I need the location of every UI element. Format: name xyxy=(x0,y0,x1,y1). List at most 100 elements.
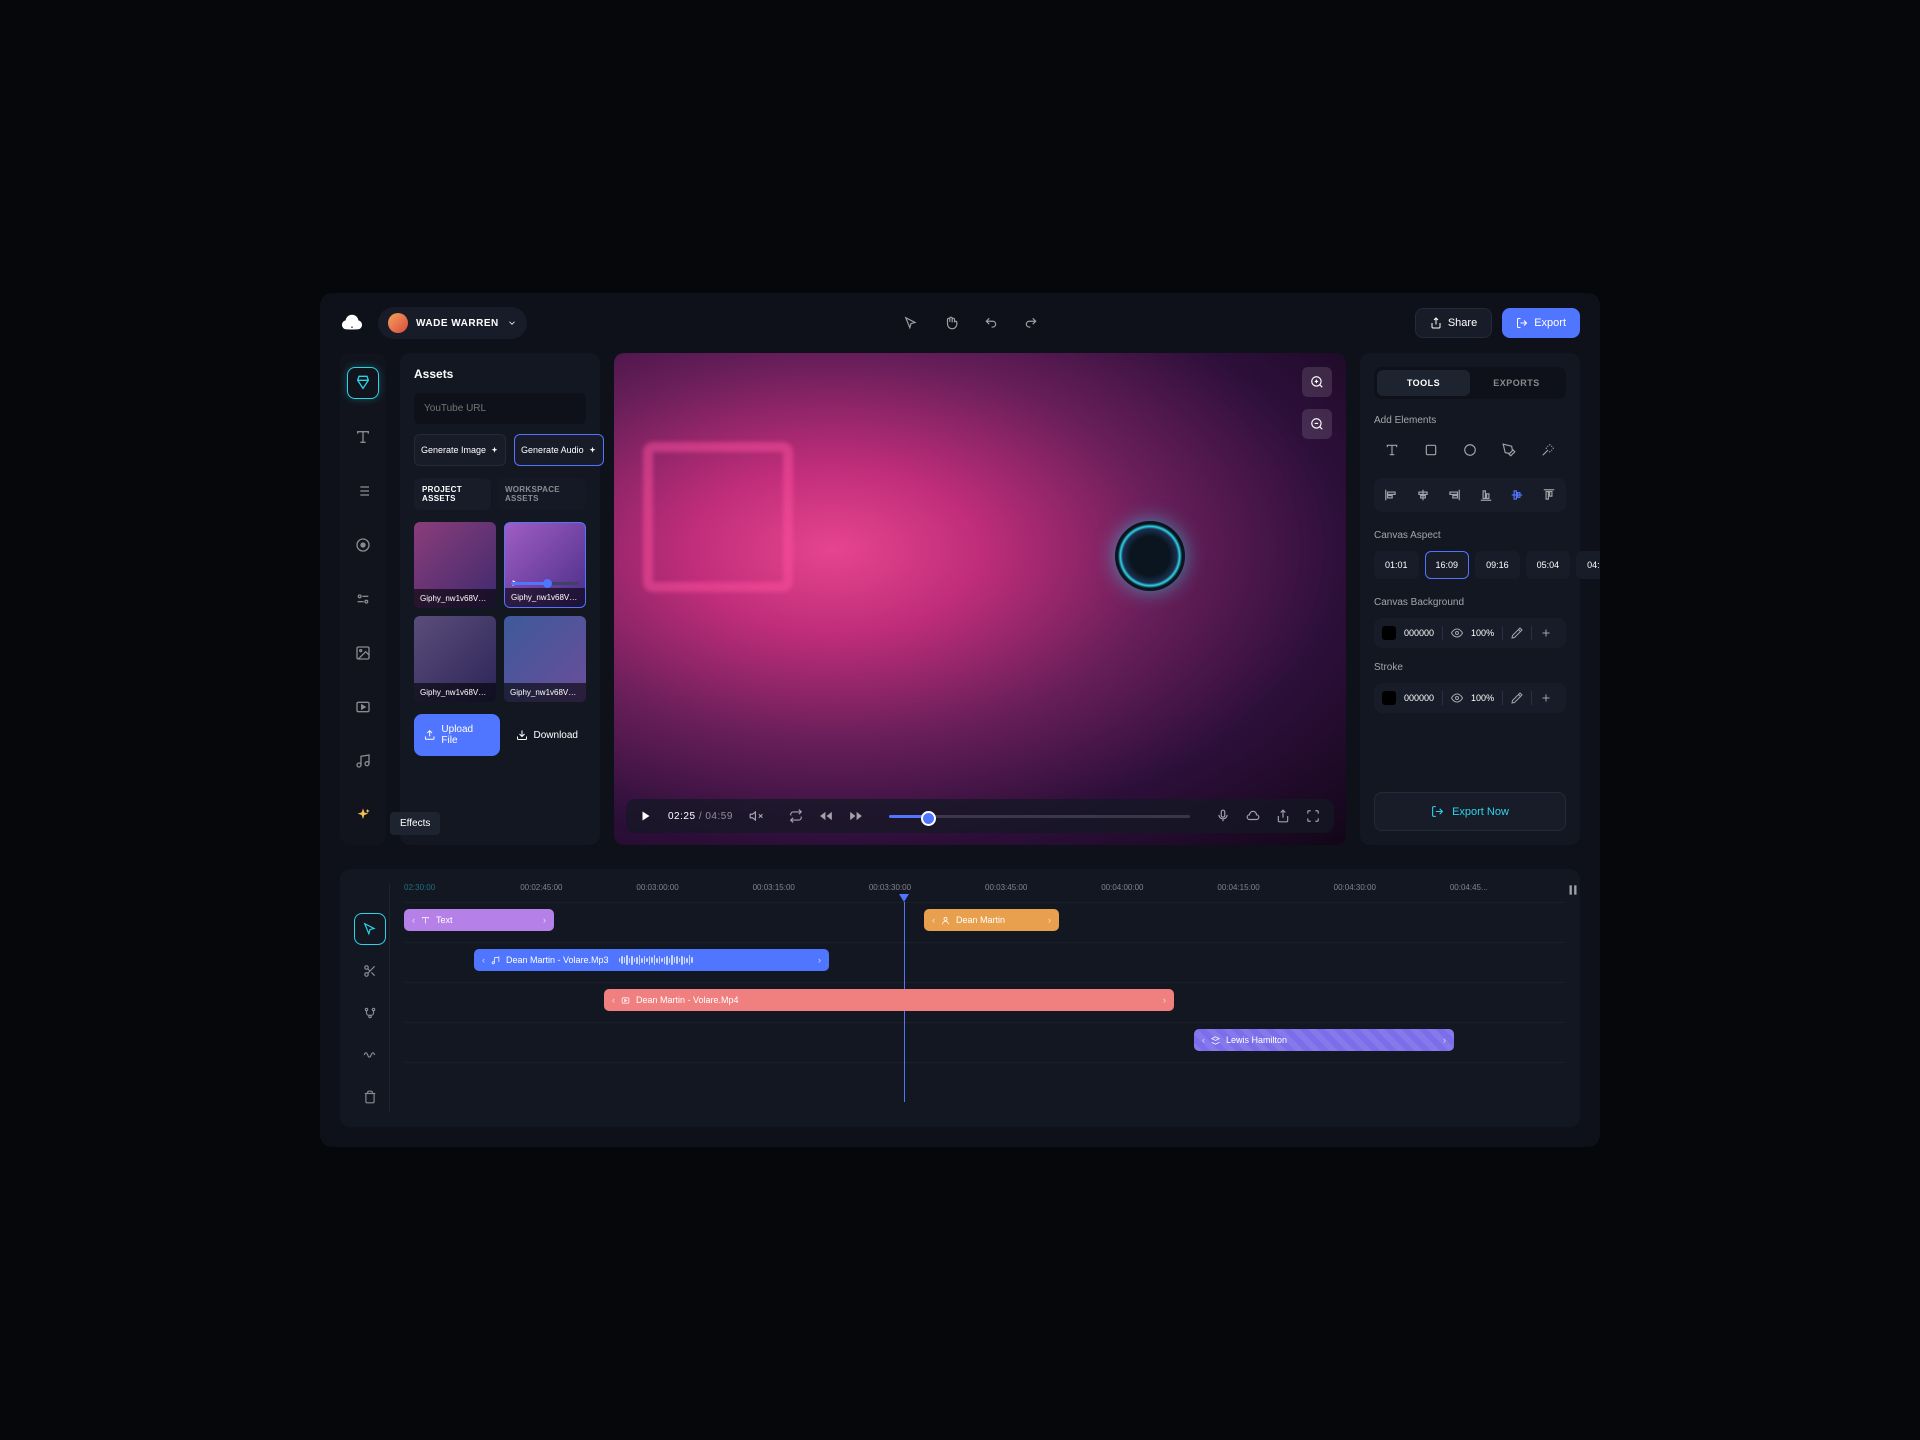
properties-panel: TOOLS EXPORTS Add Elements Canvas Aspect xyxy=(1360,353,1580,845)
aspect-4-5[interactable]: 04:05 xyxy=(1576,551,1600,579)
tab-project-assets[interactable]: PROJECT ASSETS xyxy=(414,478,491,510)
player-bar: 02:25 / 04:59 xyxy=(626,799,1334,833)
sidebar-item-text[interactable] xyxy=(347,421,379,453)
align-middle-icon[interactable] xyxy=(1510,488,1524,502)
bg-opacity: 100% xyxy=(1471,628,1494,638)
loop-button[interactable] xyxy=(789,809,803,823)
undo-icon[interactable] xyxy=(982,314,1000,332)
add-icon[interactable] xyxy=(1540,627,1552,639)
align-left-icon[interactable] xyxy=(1384,488,1398,502)
forward-button[interactable] xyxy=(849,809,863,823)
subject-overlay xyxy=(1055,481,1185,611)
tab-tools[interactable]: TOOLS xyxy=(1377,370,1470,396)
timeline-tools xyxy=(354,883,390,1113)
video-icon xyxy=(621,996,630,1005)
cloud-button[interactable] xyxy=(1246,809,1260,823)
timeline-pause-button[interactable] xyxy=(1566,883,1580,897)
export-now-button[interactable]: Export Now xyxy=(1374,792,1566,831)
export-button[interactable]: Export xyxy=(1502,308,1580,338)
download-button[interactable]: Download xyxy=(508,714,586,756)
zoom-out-button[interactable] xyxy=(1302,409,1332,439)
timeline-tracks: ‹Text› ‹Dean Martin› ‹Dean Martin - Vola… xyxy=(404,902,1566,1102)
share-out-button[interactable] xyxy=(1276,809,1290,823)
tab-exports[interactable]: EXPORTS xyxy=(1470,370,1563,396)
visibility-icon[interactable] xyxy=(1451,627,1463,639)
canvas-preview[interactable]: 02:25 / 04:59 xyxy=(614,353,1346,845)
cursor-tool-icon[interactable] xyxy=(902,314,920,332)
add-icon[interactable] xyxy=(1540,692,1552,704)
asset-item[interactable]: Giphy_nw1v68VBEI... xyxy=(504,522,586,608)
share-button[interactable]: Share xyxy=(1415,308,1492,338)
aspect-16-9[interactable]: 16:09 xyxy=(1425,551,1470,579)
user-menu[interactable]: WADE WARREN xyxy=(378,307,527,339)
sidebar-item-audio[interactable] xyxy=(347,745,379,777)
align-right-icon[interactable] xyxy=(1447,488,1461,502)
assets-title: Assets xyxy=(414,367,586,381)
zoom-out-icon xyxy=(1310,417,1324,431)
bg-color-row: 000000 100% xyxy=(1374,618,1566,648)
time-display: 02:25 / 04:59 xyxy=(668,811,733,822)
asset-scrubber[interactable] xyxy=(511,582,579,585)
aspect-1-1[interactable]: 01:01 xyxy=(1374,551,1419,579)
asset-item[interactable]: Giphy_nw1v68VBEI... xyxy=(414,616,496,702)
assets-panel: Assets Generate Image Generate Audio PRO… xyxy=(400,353,600,845)
zoom-in-button[interactable] xyxy=(1302,367,1332,397)
element-wand-icon[interactable] xyxy=(1534,436,1562,464)
sidebar-item-adjust[interactable] xyxy=(347,583,379,615)
clip-audio[interactable]: ‹Dean Martin - Volare.Mp3 › xyxy=(474,949,829,971)
asset-item[interactable]: Giphy_nw1v68VBEI... xyxy=(504,616,586,702)
eyedropper-icon[interactable] xyxy=(1511,692,1523,704)
clip-dean-martin[interactable]: ‹Dean Martin› xyxy=(924,909,1059,931)
progress-bar[interactable] xyxy=(889,815,1190,818)
align-top-icon[interactable] xyxy=(1542,488,1556,502)
timeline-delete-tool[interactable] xyxy=(354,1081,386,1113)
timeline-cursor-tool[interactable] xyxy=(354,913,386,945)
clip-lewis-hamilton[interactable]: ‹Lewis Hamilton› xyxy=(1194,1029,1454,1051)
sidebar-item-record[interactable] xyxy=(347,529,379,561)
hand-tool-icon[interactable] xyxy=(942,314,960,332)
sparkle-icon xyxy=(490,446,499,455)
bg-color-swatch[interactable] xyxy=(1382,626,1396,640)
element-text-icon[interactable] xyxy=(1378,436,1406,464)
upload-icon xyxy=(424,729,435,741)
timeline-branch-tool[interactable] xyxy=(354,997,386,1029)
timeline-main[interactable]: 02:30:00 00:02:45:00 00:03:00:00 00:03:1… xyxy=(404,883,1566,1113)
upload-file-button[interactable]: Upload File xyxy=(414,714,500,756)
aspect-9-16[interactable]: 09:16 xyxy=(1475,551,1520,579)
tab-workspace-assets[interactable]: WORKSPACE ASSETS xyxy=(497,478,586,510)
generate-image-button[interactable]: Generate Image xyxy=(414,434,506,466)
clip-video[interactable]: ‹Dean Martin - Volare.Mp4› xyxy=(604,989,1174,1011)
zoom-in-icon xyxy=(1310,375,1324,389)
stroke-color-row: 000000 100% xyxy=(1374,683,1566,713)
sidebar-item-effects[interactable] xyxy=(347,799,379,831)
align-center-h-icon[interactable] xyxy=(1416,488,1430,502)
visibility-icon[interactable] xyxy=(1451,692,1463,704)
element-pen-icon[interactable] xyxy=(1495,436,1523,464)
sidebar-item-image[interactable] xyxy=(347,637,379,669)
stroke-color-swatch[interactable] xyxy=(1382,691,1396,705)
element-rect-icon[interactable] xyxy=(1417,436,1445,464)
timeline-cut-tool[interactable] xyxy=(354,955,386,987)
main-area: Effects Assets Generate Image Generate A… xyxy=(320,353,1600,855)
sidebar-item-video[interactable] xyxy=(347,691,379,723)
mic-button[interactable] xyxy=(1216,809,1230,823)
timeline-wave-tool[interactable] xyxy=(354,1039,386,1071)
sidebar-item-assets[interactable] xyxy=(347,367,379,399)
align-bottom-icon[interactable] xyxy=(1479,488,1493,502)
mute-button[interactable] xyxy=(749,809,763,823)
export-icon xyxy=(1431,805,1444,818)
asset-grid: Giphy_nw1v68VBEI... Giphy_nw1v68VBEI... … xyxy=(414,522,586,702)
user-name: WADE WARREN xyxy=(416,318,499,329)
clip-text[interactable]: ‹Text› xyxy=(404,909,554,931)
rewind-button[interactable] xyxy=(819,809,833,823)
generate-audio-button[interactable]: Generate Audio xyxy=(514,434,604,466)
asset-item[interactable]: Giphy_nw1v68VBEI... xyxy=(414,522,496,608)
redo-icon[interactable] xyxy=(1022,314,1040,332)
aspect-5-4[interactable]: 05:04 xyxy=(1526,551,1571,579)
sidebar-item-list[interactable] xyxy=(347,475,379,507)
eyedropper-icon[interactable] xyxy=(1511,627,1523,639)
fullscreen-button[interactable] xyxy=(1306,809,1320,823)
youtube-url-input[interactable] xyxy=(414,393,586,424)
play-button[interactable] xyxy=(640,810,652,822)
element-circle-icon[interactable] xyxy=(1456,436,1484,464)
